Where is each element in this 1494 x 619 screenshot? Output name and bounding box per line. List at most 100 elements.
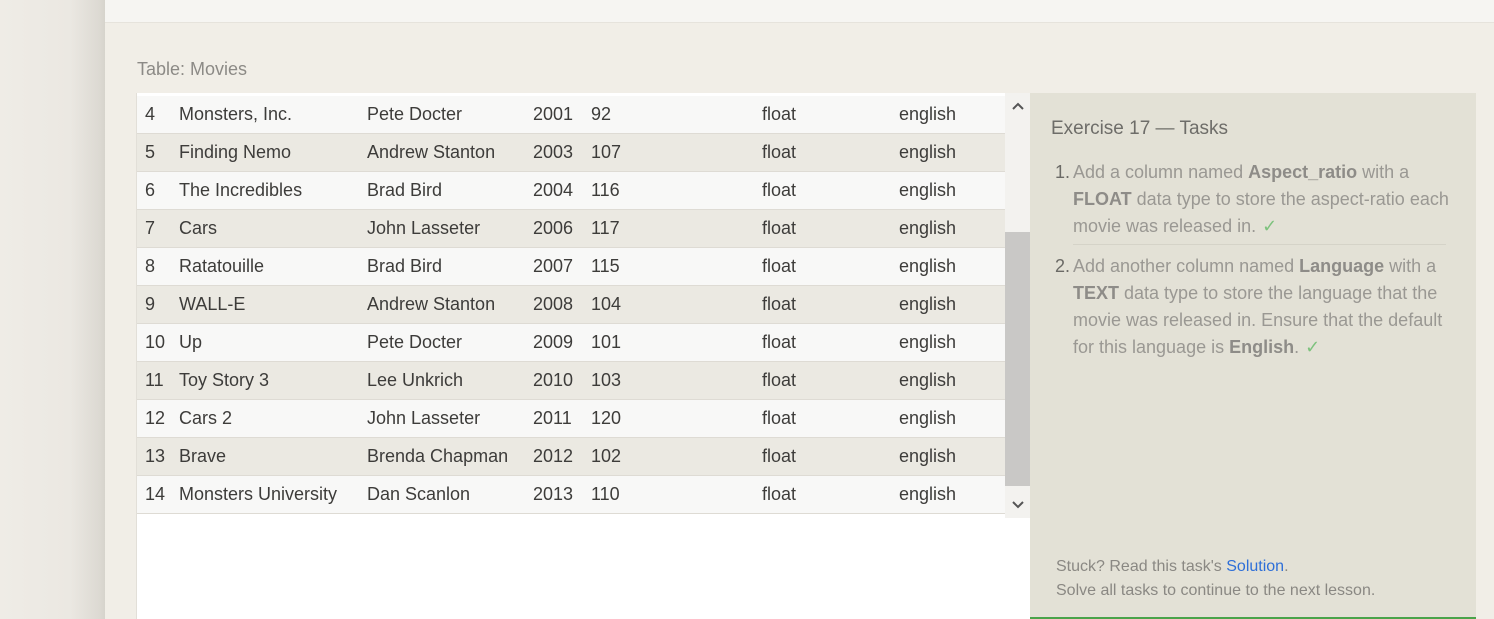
- top-strip: [105, 0, 1494, 23]
- task-keyword: Aspect_ratio: [1248, 162, 1358, 182]
- cell-title: Toy Story 3: [179, 370, 270, 390]
- cell-title: Finding Nemo: [179, 142, 292, 162]
- cell-director: Andrew Stanton: [367, 294, 496, 314]
- task-text: with a: [1357, 162, 1410, 182]
- cell-director: Brad Bird: [367, 256, 443, 276]
- table-row: 10 Up Pete Docter 2009 101 float english: [137, 324, 1005, 362]
- cell-aspect-ratio: float: [762, 142, 797, 162]
- table-row: 9 WALL-E Andrew Stanton 2008 104 float e…: [137, 286, 1005, 324]
- cell-id: 13: [145, 446, 166, 466]
- cell-year: 2010: [533, 370, 574, 390]
- table-row: 4 Monsters, Inc. Pete Docter 2001 92 flo…: [137, 96, 1005, 134]
- cell-aspect-ratio: float: [762, 484, 797, 504]
- cell-year: 2001: [533, 104, 574, 124]
- chevron-up-icon[interactable]: [1005, 95, 1031, 115]
- cell-director: Brenda Chapman: [367, 446, 509, 466]
- cell-id: 4: [145, 104, 156, 124]
- cell-title: Cars: [179, 218, 218, 238]
- cell-aspect-ratio: float: [762, 104, 797, 124]
- cell-director: John Lasseter: [367, 408, 481, 428]
- cell-director: Pete Docter: [367, 332, 463, 352]
- table-panel: 4 Monsters, Inc. Pete Docter 2001 92 flo…: [136, 93, 1031, 619]
- cell-title: Up: [179, 332, 203, 352]
- stuck-line: Stuck? Read this task's Solution.: [1056, 555, 1375, 579]
- cell-length: 116: [591, 180, 620, 200]
- cell-language: english: [899, 104, 957, 124]
- cell-id: 11: [145, 370, 164, 390]
- task-item-2: 2. Add another column named Language wit…: [1048, 253, 1468, 361]
- cell-language: english: [899, 142, 957, 162]
- cell-year: 2006: [533, 218, 574, 238]
- task-number: 2.: [1055, 256, 1071, 276]
- cell-length: 110: [591, 484, 620, 504]
- cell-id: 12: [145, 408, 166, 428]
- cell-year: 2011: [533, 408, 572, 428]
- cell-aspect-ratio: float: [762, 446, 797, 466]
- lesson-content: Table: Movies 4 Monsters, Inc. Pete Doct…: [105, 0, 1494, 619]
- cell-year: 2009: [533, 332, 574, 352]
- task-divider: [1073, 244, 1446, 245]
- task-list: 1. Add a column named Aspect_ratio with …: [1048, 159, 1468, 369]
- cell-director: Brad Bird: [367, 180, 443, 200]
- task-text: Add a column named: [1073, 162, 1249, 182]
- cell-id: 14: [145, 484, 166, 504]
- stuck-suffix: .: [1284, 558, 1289, 575]
- cell-id: 6: [145, 180, 156, 200]
- cell-language: english: [899, 332, 957, 352]
- table-row: 8 Ratatouille Brad Bird 2007 115 float e…: [137, 248, 1005, 286]
- cell-id: 7: [145, 218, 156, 238]
- cell-id: 10: [145, 332, 166, 352]
- table-row: 11 Toy Story 3 Lee Unkrich 2010 103 floa…: [137, 362, 1005, 400]
- table-row: 6 The Incredibles Brad Bird 2004 116 flo…: [137, 172, 1005, 210]
- cell-length: 102: [591, 446, 622, 466]
- task-keyword: TEXT: [1073, 283, 1120, 303]
- cell-year: 2003: [533, 142, 574, 162]
- cell-aspect-ratio: float: [762, 370, 797, 390]
- solution-link[interactable]: Solution: [1226, 558, 1284, 575]
- cell-year: 2012: [533, 446, 574, 466]
- table-row: 12 Cars 2 John Lasseter 2011 120 float e…: [137, 400, 1005, 438]
- task-text: with a: [1384, 256, 1437, 276]
- cell-id: 8: [145, 256, 156, 276]
- task-keyword: English: [1229, 337, 1295, 357]
- table-row: 5 Finding Nemo Andrew Stanton 2003 107 f…: [137, 134, 1005, 172]
- cell-director: Pete Docter: [367, 104, 463, 124]
- cell-aspect-ratio: float: [762, 180, 797, 200]
- cell-title: Monsters University: [179, 484, 338, 504]
- cell-language: english: [899, 180, 957, 200]
- cell-title: Ratatouille: [179, 256, 265, 276]
- task-item-1: 1. Add a column named Aspect_ratio with …: [1048, 159, 1468, 240]
- cell-title: Monsters, Inc.: [179, 104, 293, 124]
- cell-title: The Incredibles: [179, 180, 303, 200]
- cell-language: english: [899, 218, 957, 238]
- cell-director: Andrew Stanton: [367, 142, 496, 162]
- cell-language: english: [899, 408, 957, 428]
- task-number: 1.: [1055, 162, 1071, 182]
- chevron-down-icon[interactable]: [1005, 494, 1031, 514]
- check-icon: ✓: [1262, 216, 1278, 236]
- cell-aspect-ratio: float: [762, 294, 797, 314]
- cell-language: english: [899, 256, 957, 276]
- left-gutter: [0, 0, 105, 619]
- cell-aspect-ratio: float: [762, 218, 797, 238]
- cell-length: 107: [591, 142, 622, 162]
- scrollbar-thumb[interactable]: [1005, 232, 1031, 486]
- cell-title: WALL-E: [179, 294, 246, 314]
- cell-length: 117: [591, 218, 620, 238]
- cell-year: 2007: [533, 256, 574, 276]
- cell-aspect-ratio: float: [762, 408, 797, 428]
- cell-aspect-ratio: float: [762, 256, 797, 276]
- task-panel: Exercise 17 — Tasks 1. Add a column name…: [1030, 93, 1476, 619]
- continue-text: Solve all tasks to continue to the next …: [1056, 582, 1376, 599]
- cell-language: english: [899, 484, 957, 504]
- cell-director: Dan Scanlon: [367, 484, 471, 504]
- cell-year: 2008: [533, 294, 574, 314]
- cell-aspect-ratio: float: [762, 332, 797, 352]
- table-row: 7 Cars John Lasseter 2006 117 float engl…: [137, 210, 1005, 248]
- table-row: 13 Brave Brenda Chapman 2012 102 float e…: [137, 438, 1005, 476]
- cell-length: 92: [591, 104, 612, 124]
- cell-length: 120: [591, 408, 622, 428]
- cell-director: John Lasseter: [367, 218, 481, 238]
- cell-title: Cars 2: [179, 408, 233, 428]
- table-scrollbar[interactable]: [1005, 93, 1031, 518]
